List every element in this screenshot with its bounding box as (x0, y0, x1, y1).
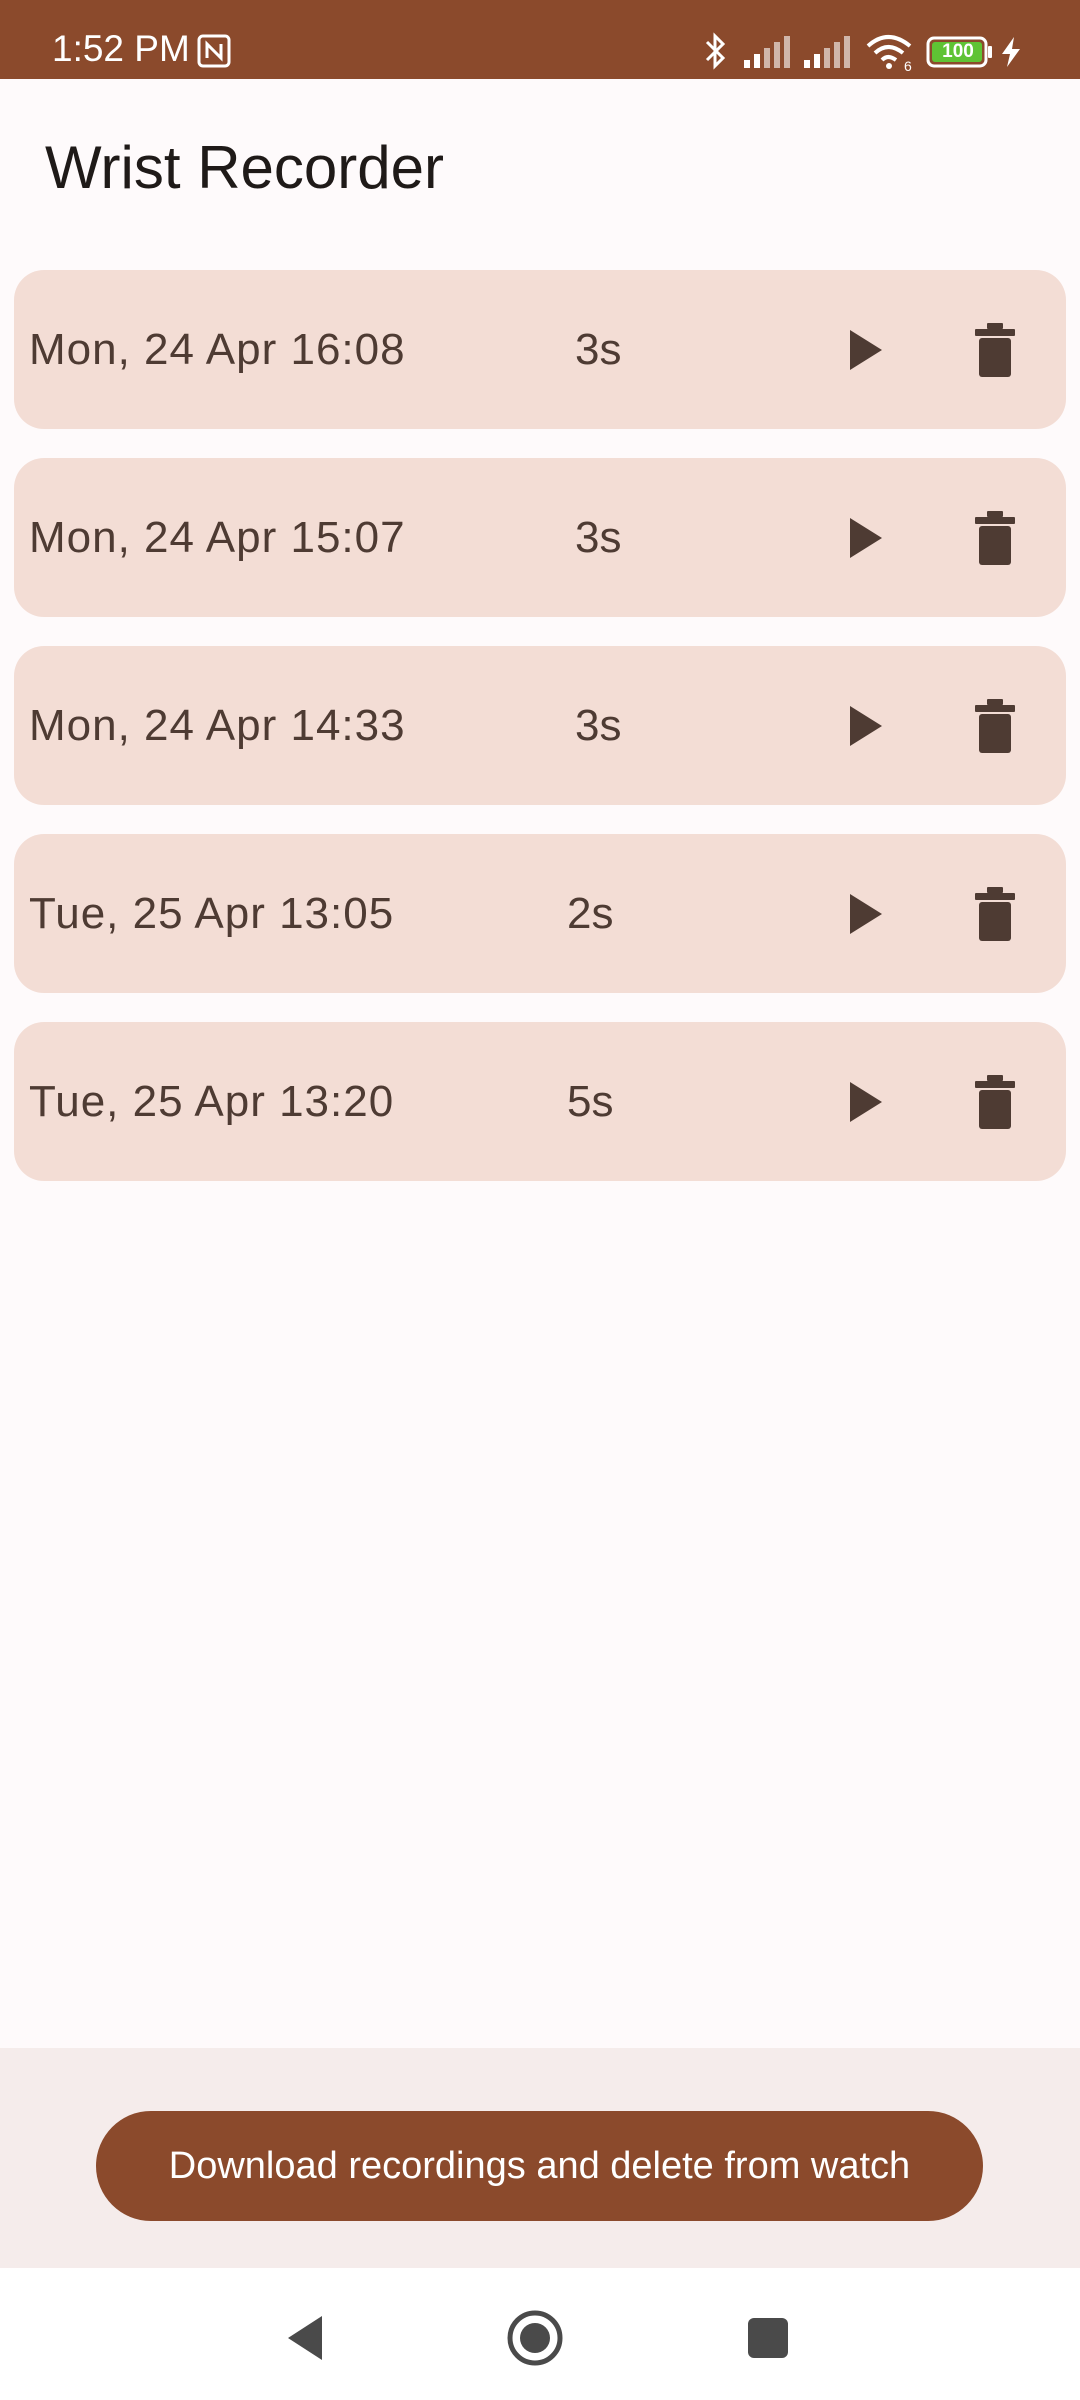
bottom-action-bar: Download recordings and delete from watc… (0, 2048, 1080, 2268)
recording-duration: 2s (567, 888, 614, 938)
play-icon (850, 517, 882, 558)
recording-duration: 3s (575, 324, 622, 374)
recording-date: Mon, 24 Apr 14:33 (29, 700, 406, 750)
trash-icon (975, 698, 1015, 753)
recording-row: Tue, 25 Apr 13:20 5s (14, 1022, 1066, 1181)
trash-icon (975, 322, 1015, 377)
delete-button[interactable] (955, 686, 1035, 766)
recording-duration: 3s (575, 512, 622, 562)
wifi-label: 6 (904, 58, 912, 74)
recording-row: Mon, 24 Apr 15:07 3s (14, 458, 1066, 617)
battery-icon: 100 (926, 36, 994, 73)
play-icon (850, 705, 882, 746)
play-button[interactable] (826, 1062, 906, 1142)
trash-icon (975, 1074, 1015, 1129)
recording-date: Tue, 25 Apr 13:05 (29, 888, 395, 938)
trash-icon (975, 886, 1015, 941)
delete-button[interactable] (955, 498, 1035, 578)
recording-row: Mon, 24 Apr 14:33 3s (14, 646, 1066, 805)
recording-row: Mon, 24 Apr 16:08 3s (14, 270, 1066, 429)
play-button[interactable] (826, 310, 906, 390)
charging-icon (1000, 37, 1022, 72)
nfc-icon (197, 34, 231, 73)
delete-button[interactable] (955, 874, 1035, 954)
recording-date: Mon, 24 Apr 15:07 (29, 512, 406, 562)
page-title: Wrist Recorder (45, 134, 444, 201)
play-button[interactable] (826, 874, 906, 954)
play-button[interactable] (826, 498, 906, 578)
recording-date: Mon, 24 Apr 16:08 (29, 324, 406, 374)
recording-row: Tue, 25 Apr 13:05 2s (14, 834, 1066, 993)
battery-level: 100 (942, 41, 974, 62)
trash-icon (975, 510, 1015, 565)
status-time: 1:52 PM (52, 28, 190, 69)
bluetooth-icon (703, 32, 729, 75)
recording-date: Tue, 25 Apr 13:20 (29, 1076, 395, 1126)
delete-button[interactable] (955, 1062, 1035, 1142)
recents-icon (748, 2318, 788, 2358)
nav-recents-button[interactable] (728, 2298, 808, 2378)
wifi-icon: 6 (864, 34, 916, 75)
system-nav-bar (0, 2268, 1080, 2400)
nav-back-button[interactable] (264, 2298, 344, 2378)
recordings-list: Mon, 24 Apr 16:08 3s Mon, 24 Apr 15:07 3… (14, 270, 1066, 1210)
home-icon (507, 2310, 563, 2366)
recording-duration: 3s (575, 700, 622, 750)
nav-home-button[interactable] (495, 2298, 575, 2378)
delete-button[interactable] (955, 310, 1035, 390)
signal-icon (804, 36, 852, 73)
play-icon (850, 893, 882, 934)
play-button[interactable] (826, 686, 906, 766)
play-icon (850, 1081, 882, 1122)
status-bar: 1:52 PM 6 100 (0, 0, 1080, 79)
back-icon (288, 2316, 322, 2360)
signal-icon (744, 36, 792, 73)
play-icon (850, 329, 882, 370)
recording-duration: 5s (567, 1076, 614, 1126)
download-and-delete-button[interactable]: Download recordings and delete from watc… (96, 2111, 983, 2221)
